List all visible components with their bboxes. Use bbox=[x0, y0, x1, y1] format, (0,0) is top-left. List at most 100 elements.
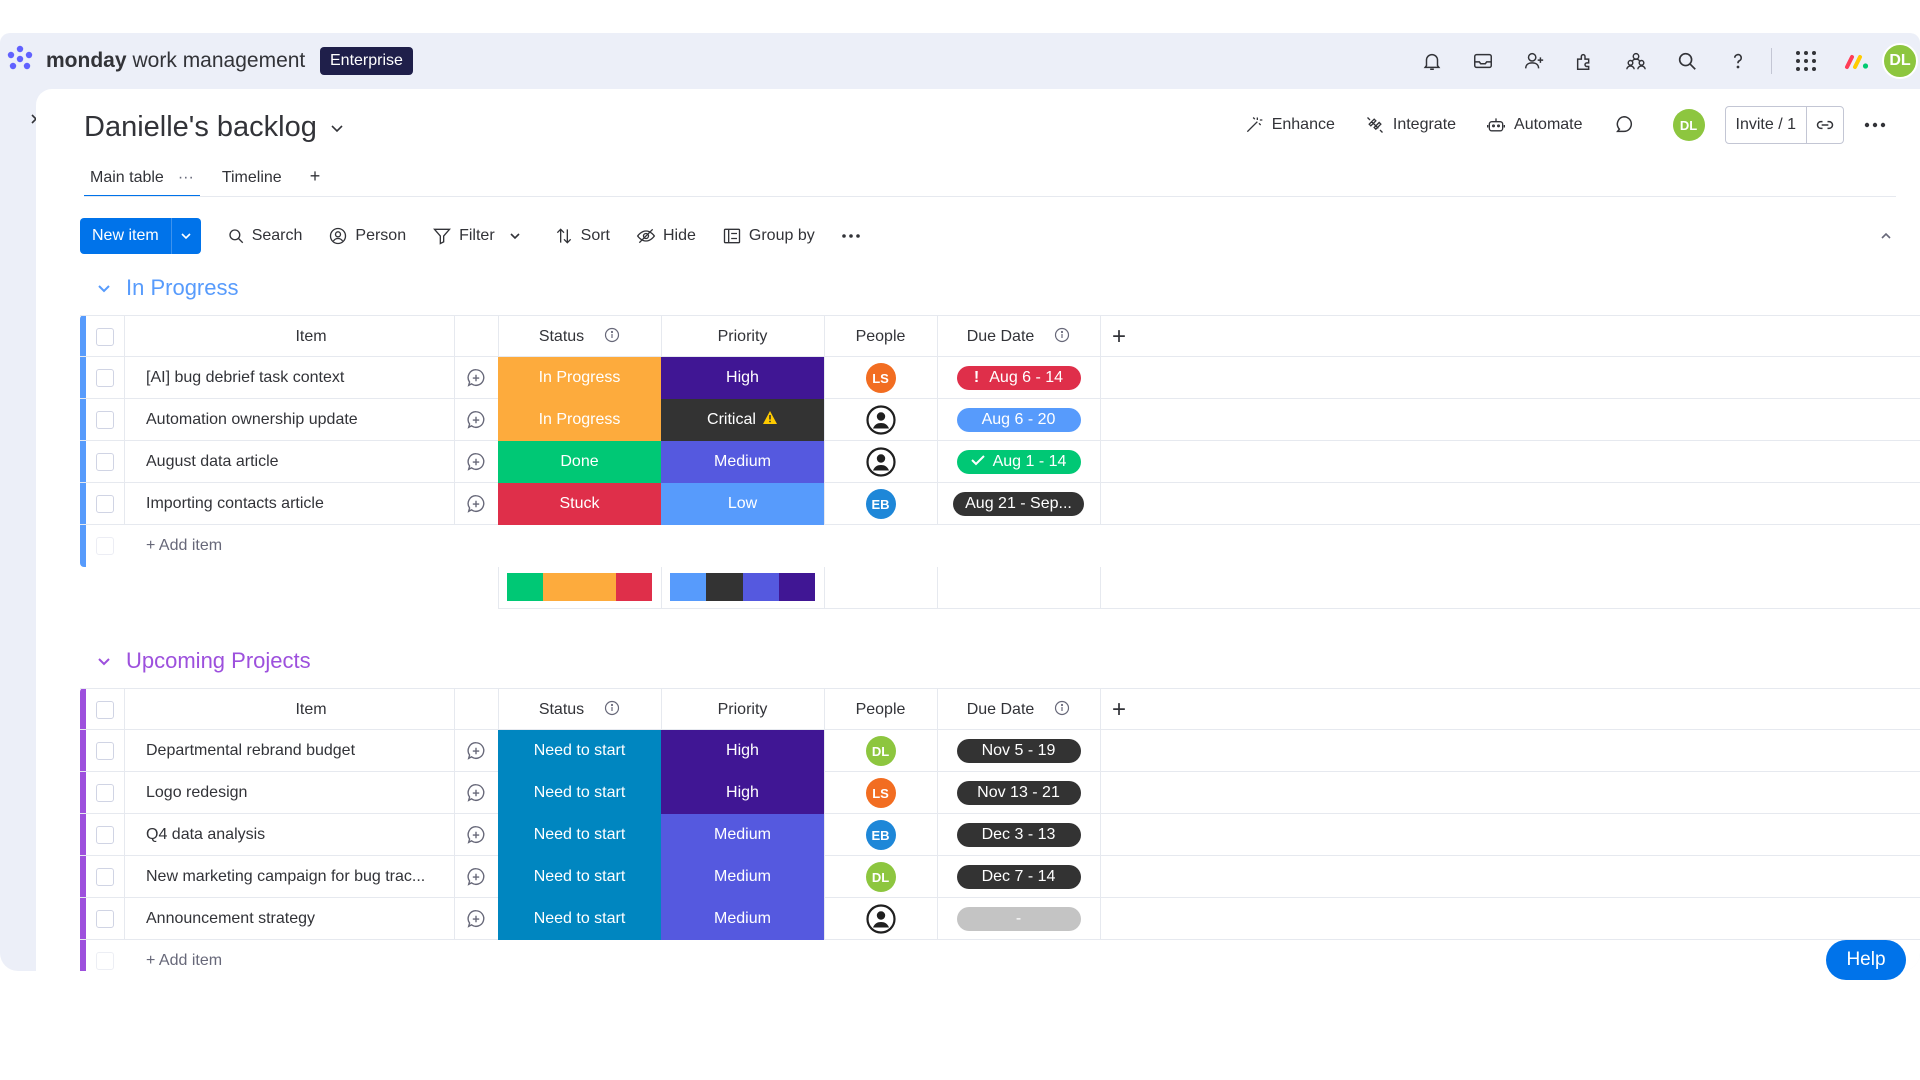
people-cell[interactable]: LS bbox=[824, 357, 937, 399]
status-cell[interactable]: Done bbox=[498, 441, 661, 483]
add-update-icon[interactable] bbox=[454, 814, 498, 856]
table-row[interactable]: August data article Done Medium Aug 1 - 14 bbox=[80, 441, 1920, 483]
row-checkbox[interactable] bbox=[96, 369, 114, 387]
due-date-pill[interactable]: Nov 13 - 21 bbox=[956, 781, 1081, 805]
select-all-checkbox[interactable] bbox=[96, 701, 114, 719]
collapse-header-icon[interactable] bbox=[1874, 224, 1898, 248]
info-icon[interactable] bbox=[604, 700, 620, 721]
row-checkbox[interactable] bbox=[96, 826, 114, 844]
chevron-down-icon[interactable] bbox=[96, 280, 112, 296]
people-cell[interactable] bbox=[824, 399, 937, 441]
add-update-icon[interactable] bbox=[454, 730, 498, 772]
info-icon[interactable] bbox=[1054, 327, 1070, 348]
priority-cell[interactable]: Critical bbox=[661, 399, 824, 441]
help-button[interactable]: Help bbox=[1826, 940, 1906, 980]
due-date-pill[interactable]: ! Aug 6 - 14 bbox=[956, 366, 1081, 390]
person-avatar[interactable]: DL bbox=[865, 736, 896, 766]
group-by-button[interactable]: Group by bbox=[722, 226, 815, 246]
invite-members-icon[interactable] bbox=[1508, 41, 1559, 81]
new-item-dropdown-icon[interactable] bbox=[170, 218, 201, 254]
due-date-cell[interactable]: - bbox=[937, 898, 1100, 940]
table-row[interactable]: Logo redesign Need to start High LS Nov 13 -… bbox=[80, 772, 1920, 814]
due-date-cell[interactable]: ! Aug 6 - 14 bbox=[937, 357, 1100, 399]
invite-button[interactable]: Invite / 1 bbox=[1726, 107, 1806, 143]
user-avatar[interactable]: DL bbox=[1882, 43, 1918, 79]
search-button[interactable]: Search bbox=[227, 227, 302, 245]
copy-link-icon[interactable] bbox=[1806, 107, 1843, 143]
status-cell[interactable]: Need to start bbox=[498, 856, 661, 898]
inbox-icon[interactable] bbox=[1457, 41, 1508, 81]
add-column-button[interactable]: + bbox=[1100, 316, 1138, 358]
due-date-pill[interactable]: Nov 5 - 19 bbox=[956, 739, 1081, 763]
board-owner-avatar[interactable]: DL bbox=[1672, 109, 1705, 141]
row-checkbox[interactable] bbox=[96, 910, 114, 928]
column-header-item[interactable]: Item bbox=[124, 689, 498, 731]
due-date-cell[interactable]: Aug 21 - Sep... bbox=[937, 483, 1100, 525]
status-cell[interactable]: Need to start bbox=[498, 898, 661, 940]
people-cell[interactable]: DL bbox=[824, 730, 937, 772]
people-cell[interactable] bbox=[824, 441, 937, 483]
add-item-input[interactable]: + Add item bbox=[124, 525, 454, 567]
add-update-icon[interactable] bbox=[454, 898, 498, 940]
select-all-checkbox[interactable] bbox=[96, 328, 114, 346]
monday-logo-icon[interactable] bbox=[6, 44, 34, 74]
tab-timeline[interactable]: Timeline bbox=[216, 169, 288, 197]
person-avatar[interactable]: EB bbox=[865, 489, 896, 519]
priority-cell[interactable]: Medium bbox=[661, 898, 824, 940]
board-title[interactable]: Danielle's backlog bbox=[84, 111, 345, 144]
new-item-button[interactable]: New item bbox=[80, 218, 201, 254]
empty-person-icon[interactable] bbox=[865, 447, 896, 477]
updates-button[interactable] bbox=[1613, 114, 1643, 136]
row-checkbox[interactable] bbox=[96, 453, 114, 471]
add-column-button[interactable]: + bbox=[1100, 689, 1138, 731]
add-item-row[interactable]: + Add item bbox=[80, 525, 1920, 567]
add-item-row[interactable]: + Add item bbox=[80, 940, 1920, 971]
table-row[interactable]: Q4 data analysis Need to start Medium EB Dec… bbox=[80, 814, 1920, 856]
chevron-down-icon[interactable] bbox=[96, 653, 112, 669]
due-date-pill[interactable]: Aug 1 - 14 bbox=[956, 450, 1081, 474]
people-cell[interactable]: EB bbox=[824, 483, 937, 525]
item-name-cell[interactable]: [AI] bug debrief task context bbox=[124, 357, 454, 399]
table-row[interactable]: New marketing campaign for bug trac... Ne… bbox=[80, 856, 1920, 898]
due-date-cell[interactable]: Dec 3 - 13 bbox=[937, 814, 1100, 856]
group-header[interactable]: Upcoming Projects bbox=[80, 646, 1920, 676]
add-update-icon[interactable] bbox=[454, 357, 498, 399]
chevron-down-icon[interactable] bbox=[329, 120, 345, 136]
row-checkbox[interactable] bbox=[96, 411, 114, 429]
status-cell[interactable]: Need to start bbox=[498, 814, 661, 856]
item-name-cell[interactable]: Automation ownership update bbox=[124, 399, 454, 441]
person-avatar[interactable]: EB bbox=[865, 820, 896, 850]
empty-person-icon[interactable] bbox=[865, 405, 896, 435]
due-date-pill[interactable]: Aug 21 - Sep... bbox=[953, 492, 1084, 516]
item-name-cell[interactable]: Announcement strategy bbox=[124, 898, 454, 940]
add-update-icon[interactable] bbox=[454, 772, 498, 814]
sort-button[interactable]: Sort bbox=[554, 226, 610, 246]
info-icon[interactable] bbox=[1054, 700, 1070, 721]
row-checkbox[interactable] bbox=[96, 868, 114, 886]
add-view-icon[interactable]: + bbox=[304, 166, 327, 197]
item-name-cell[interactable]: August data article bbox=[124, 441, 454, 483]
table-row[interactable]: Importing contacts article Stuck Low EB Aug … bbox=[80, 483, 1920, 525]
more-options-icon[interactable] bbox=[1864, 122, 1894, 128]
column-header-due_date[interactable]: Due Date bbox=[937, 316, 1100, 358]
column-header-item[interactable]: Item bbox=[124, 316, 498, 358]
column-header-status[interactable]: Status bbox=[498, 689, 661, 731]
hide-button[interactable]: Hide bbox=[636, 226, 696, 246]
status-cell[interactable]: Need to start bbox=[498, 730, 661, 772]
group-header[interactable]: In Progress bbox=[80, 273, 1920, 303]
status-cell[interactable]: In Progress bbox=[498, 357, 661, 399]
add-update-icon[interactable] bbox=[454, 483, 498, 525]
apps-marketplace-icon[interactable] bbox=[1559, 41, 1610, 81]
enhance-button[interactable]: Enhance bbox=[1244, 115, 1335, 135]
item-name-cell[interactable]: Q4 data analysis bbox=[124, 814, 454, 856]
person-avatar[interactable]: DL bbox=[865, 862, 896, 892]
tab-main-table[interactable]: Main table ··· bbox=[84, 169, 200, 197]
due-date-pill[interactable]: Aug 6 - 20 bbox=[956, 408, 1081, 432]
column-header-status[interactable]: Status bbox=[498, 316, 661, 358]
priority-cell[interactable]: Low bbox=[661, 483, 824, 525]
item-name-cell[interactable]: New marketing campaign for bug trac... bbox=[124, 856, 454, 898]
people-cell[interactable]: DL bbox=[824, 856, 937, 898]
apps-grid-icon[interactable] bbox=[1780, 41, 1831, 81]
due-date-cell[interactable]: Nov 13 - 21 bbox=[937, 772, 1100, 814]
empty-person-icon[interactable] bbox=[865, 904, 896, 934]
